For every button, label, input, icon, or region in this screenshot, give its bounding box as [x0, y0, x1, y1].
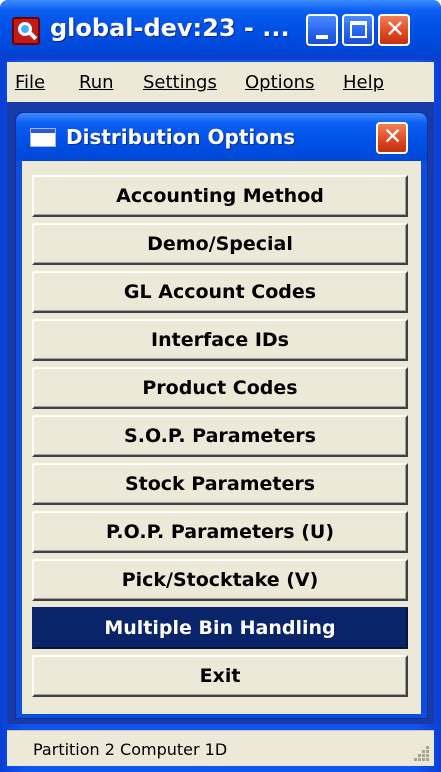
menu-settings[interactable]: Settings	[143, 72, 217, 93]
stock-parameters-button[interactable]: Stock Parameters	[32, 463, 408, 505]
exit-button[interactable]: Exit	[32, 655, 408, 697]
status-text: Partition 2 Computer 1D	[33, 740, 228, 759]
distribution-options-dialog: Distribution Options ✕ Accounting Method…	[15, 112, 428, 719]
close-icon: ✕	[385, 15, 406, 43]
minimize-button[interactable]	[306, 14, 338, 46]
menu-run[interactable]: Run	[79, 72, 114, 93]
app-icon[interactable]	[12, 17, 40, 45]
dialog-title-bar[interactable]: Distribution Options ✕	[16, 113, 427, 161]
menu-help[interactable]: Help	[343, 72, 384, 93]
close-button[interactable]: ✕	[378, 14, 410, 46]
gl-account-codes-button[interactable]: GL Account Codes	[32, 271, 408, 313]
sop-parameters-button[interactable]: S.O.P. Parameters	[32, 415, 408, 457]
resize-grip-icon[interactable]	[414, 746, 430, 762]
interface-ids-button[interactable]: Interface IDs	[32, 319, 408, 361]
close-icon: ✕	[383, 124, 403, 150]
pop-parameters-button[interactable]: P.O.P. Parameters (U)	[32, 511, 408, 553]
dialog-body: Accounting Method Demo/Special GL Accoun…	[22, 161, 421, 714]
product-codes-button[interactable]: Product Codes	[32, 367, 408, 409]
multiple-bin-handling-button[interactable]: Multiple Bin Handling	[32, 607, 408, 649]
menu-file[interactable]: File	[15, 72, 45, 93]
status-bar: Partition 2 Computer 1D	[7, 730, 434, 766]
menu-options[interactable]: Options	[245, 72, 314, 93]
pick-stocktake-button[interactable]: Pick/Stocktake (V)	[32, 559, 408, 601]
maximize-icon	[350, 21, 367, 38]
maximize-button[interactable]	[342, 14, 374, 46]
dialog-title: Distribution Options	[66, 125, 296, 149]
accounting-method-button[interactable]: Accounting Method	[32, 175, 408, 217]
demo-special-button[interactable]: Demo/Special	[32, 223, 408, 265]
window-title: global-dev:23 - ...	[50, 14, 290, 42]
minimize-icon	[316, 35, 328, 39]
menu-bar: File Run Settings Options Help	[7, 62, 434, 102]
dialog-close-button[interactable]: ✕	[376, 122, 408, 154]
window-icon	[30, 128, 56, 147]
title-bar[interactable]: global-dev:23 - ... ✕	[0, 0, 441, 60]
app-window: global-dev:23 - ... ✕ File Run Settings …	[0, 0, 441, 772]
